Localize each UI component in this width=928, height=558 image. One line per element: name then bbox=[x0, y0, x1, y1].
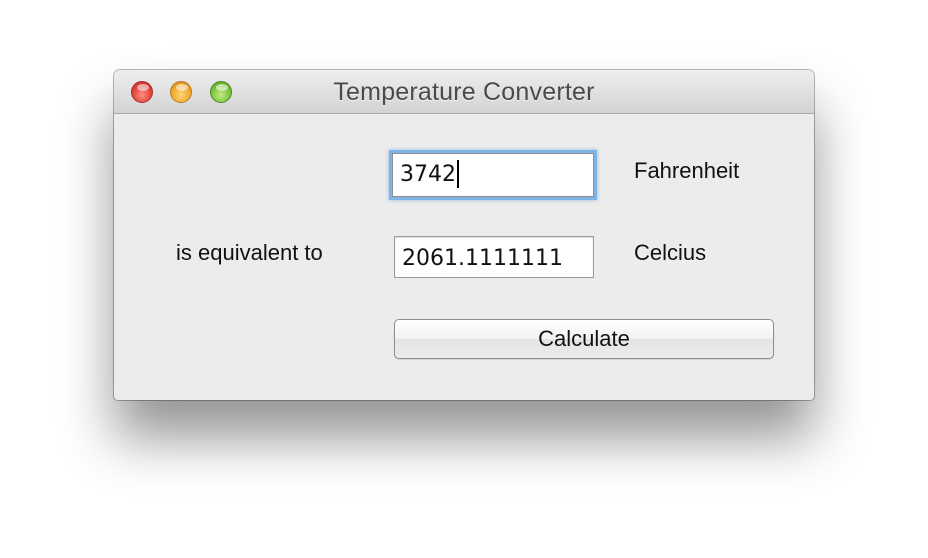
text-cursor bbox=[457, 159, 459, 188]
equivalent-label: is equivalent to bbox=[176, 240, 323, 265]
calculate-button[interactable]: Calculate bbox=[394, 319, 774, 359]
title-bar[interactable]: Temperature Converter bbox=[114, 70, 814, 114]
app-window: Temperature Converter 3742 Fahrenheit is… bbox=[114, 70, 814, 400]
celcius-unit-label: Celcius bbox=[634, 240, 707, 265]
fahrenheit-input-value: 3742 bbox=[400, 162, 456, 187]
celcius-output-field[interactable]: 2061.1111111 bbox=[394, 236, 594, 278]
fahrenheit-input[interactable]: 3742 bbox=[392, 153, 594, 197]
celcius-output-value: 2061.1111111 bbox=[402, 246, 563, 271]
fahrenheit-unit-label: Fahrenheit bbox=[634, 158, 740, 183]
window-title: Temperature Converter bbox=[333, 78, 595, 106]
